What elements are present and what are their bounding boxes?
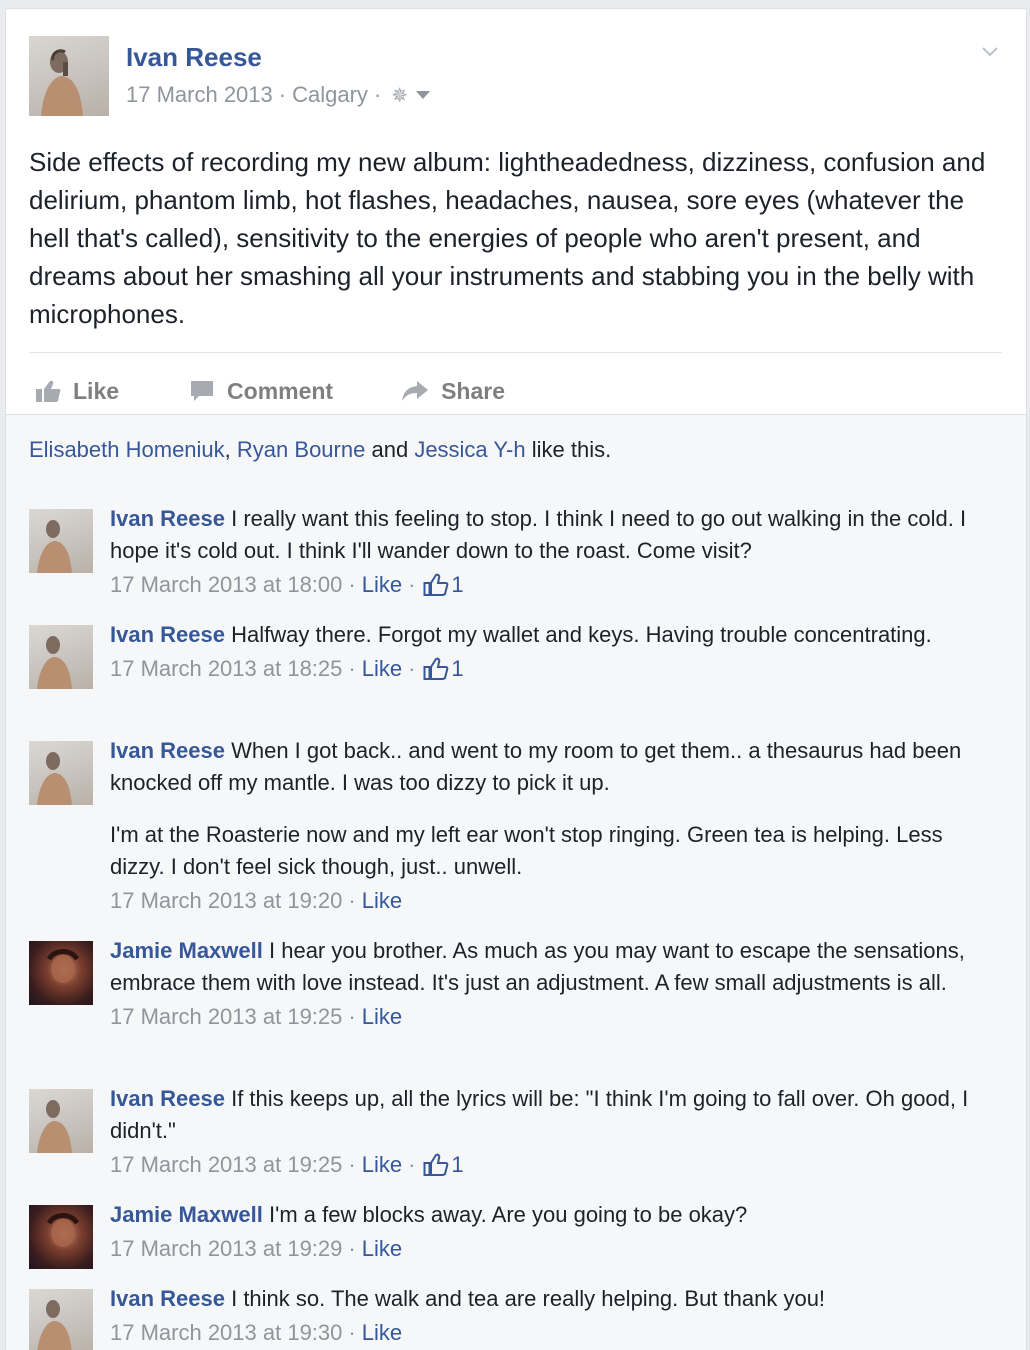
meta-separator: · [278,82,287,107]
post-meta: 17 March 2013 · Calgary · ✵ [126,82,430,108]
comment-timestamp[interactable]: 17 March 2013 at 19:29 [110,1233,342,1265]
comment-like-link[interactable]: Like [362,1233,402,1265]
thumbs-up-icon [423,657,449,680]
comment-text: I really want this feeling to stop. I th… [110,506,967,563]
commenter-avatar[interactable] [29,741,93,805]
post-location[interactable]: Calgary [292,82,368,108]
comment-author[interactable]: Ivan Reese [110,1286,225,1311]
thumbs-up-icon [423,573,449,596]
post-text: Side effects of recording my new album: … [29,147,986,329]
comment-text-paragraph: I'm at the Roasterie now and my left ear… [110,822,943,879]
comment-like-count[interactable]: 1 [423,569,464,601]
like-thumb-icon [36,380,61,402]
privacy-caret-icon[interactable] [416,91,430,99]
comment-author[interactable]: Jamie Maxwell [110,1202,263,1227]
comment-timestamp[interactable]: 17 March 2013 at 19:30 [110,1317,342,1349]
comment-text: When I got back.. and went to my room to… [110,738,962,795]
divider [29,352,1002,353]
comment-label: Comment [227,377,334,404]
comment-timestamp[interactable]: 17 March 2013 at 18:25 [110,653,342,685]
commenter-avatar[interactable] [29,625,93,689]
meta-separator: · [373,82,382,107]
comment-like-link[interactable]: Like [362,653,402,685]
liker-name[interactable]: Elisabeth Homeniuk [29,437,225,462]
comment-like-link[interactable]: Like [362,1001,402,1033]
likes-summary: Elisabeth Homeniuk, Ryan Bourne and Jess… [29,437,612,462]
comment-like-count[interactable]: 1 [423,1149,464,1181]
comment-timestamp[interactable]: 17 March 2013 at 19:20 [110,885,342,917]
post-author-name[interactable]: Ivan Reese [126,42,262,73]
comment-author[interactable]: Ivan Reese [110,506,225,531]
comment-author[interactable]: Jamie Maxwell [110,938,263,963]
comment-like-link[interactable]: Like [362,1317,402,1349]
share-button[interactable]: Share [401,378,505,405]
comment-text: I think so. The walk and tea are really … [231,1286,826,1311]
commenter-avatar[interactable] [29,1289,93,1350]
feedback-section: Elisabeth Homeniuk, Ryan Bourne and Jess… [6,414,1026,1350]
comment-like-link[interactable]: Like [362,1149,402,1181]
action-bar: Like Comment Share [29,371,505,411]
commenter-avatar[interactable] [29,1089,93,1153]
share-arrow-icon [402,381,429,401]
gear-icon[interactable]: ✵ [391,83,408,108]
author-avatar[interactable] [29,36,109,116]
comment-like-link[interactable]: Like [362,569,402,601]
thumbs-up-icon [423,1153,449,1176]
comment-bubble-icon [191,381,214,401]
liker-name[interactable]: Ryan Bourne [237,437,365,462]
comment-text: I'm a few blocks away. Are you going to … [269,1202,748,1227]
post-date[interactable]: 17 March 2013 [126,82,273,108]
comment-text: Halfway there. Forgot my wallet and keys… [231,622,932,647]
comment-text: If this keeps up, all the lyrics will be… [110,1086,969,1143]
comment-timestamp[interactable]: 17 March 2013 at 18:00 [110,569,342,601]
comment-author[interactable]: Ivan Reese [110,622,225,647]
like-label: Like [73,377,120,404]
share-label: Share [441,377,506,404]
comment-timestamp[interactable]: 17 March 2013 at 19:25 [110,1149,342,1181]
comment-author[interactable]: Ivan Reese [110,738,225,763]
comment-like-link[interactable]: Like [362,885,402,917]
like-button[interactable]: Like [35,378,119,405]
comment-button[interactable]: Comment [189,378,333,405]
comment-timestamp[interactable]: 17 March 2013 at 19:25 [110,1001,342,1033]
commenter-avatar[interactable] [29,509,93,573]
commenter-avatar[interactable] [29,941,93,1005]
liker-name[interactable]: Jessica Y-h [414,437,525,462]
comment-like-count[interactable]: 1 [423,653,464,685]
commenter-avatar[interactable] [29,1205,93,1269]
chevron-down-icon[interactable] [981,42,999,60]
comment-author[interactable]: Ivan Reese [110,1086,225,1111]
post-card: Ivan Reese 17 March 2013 · Calgary · ✵ S… [5,8,1027,1350]
